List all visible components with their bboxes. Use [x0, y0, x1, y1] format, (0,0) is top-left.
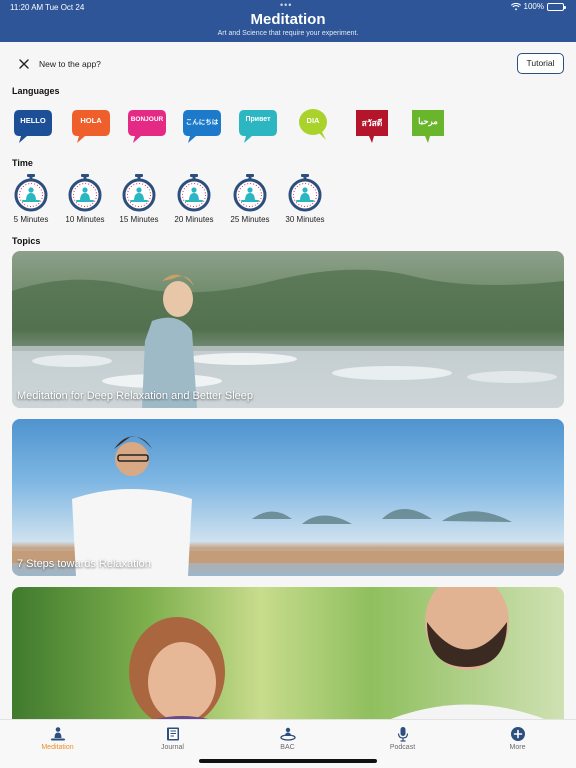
- topic-card-third[interactable]: [12, 587, 564, 727]
- languages-heading: Languages: [12, 86, 60, 96]
- timer-label: 5 Minutes: [13, 215, 49, 224]
- language-bubble-privet[interactable]: Привет: [238, 108, 278, 144]
- language-bubble-hello[interactable]: HELLO: [13, 108, 53, 144]
- speech-bubble-icon: [183, 110, 221, 143]
- time-list: 5 Minutes 10 Minutes 15 Minutes 20 Minut…: [0, 174, 576, 226]
- stopwatch-icon: [233, 174, 267, 212]
- speech-bubble-icon: [299, 109, 327, 140]
- timer-label: 20 Minutes: [174, 215, 214, 224]
- timer-label: 10 Minutes: [65, 215, 105, 224]
- language-bubble-konnichiwa[interactable]: こんにちは: [182, 108, 222, 144]
- language-label: BONJOUR: [130, 116, 164, 123]
- speech-bubble-icon: [239, 110, 277, 143]
- bac-icon: [279, 727, 296, 741]
- plus-circle-icon: [510, 727, 525, 741]
- journal-icon: [166, 727, 179, 741]
- tab-label: Journal: [161, 744, 184, 751]
- tab-podcast[interactable]: Podcast: [345, 720, 460, 760]
- close-icon[interactable]: [18, 58, 30, 70]
- stopwatch-icon: [288, 174, 322, 212]
- language-bubble-bonjour[interactable]: BONJOUR: [127, 108, 167, 144]
- page-subtitle: Art and Science that require your experi…: [217, 30, 359, 37]
- multitasking-dots-icon[interactable]: •••: [280, 0, 292, 10]
- microphone-icon: [397, 727, 408, 742]
- speech-bubble-icon: [14, 110, 52, 143]
- timer-20-minutes[interactable]: 20 Minutes: [169, 174, 219, 226]
- timer-label: 25 Minutes: [230, 215, 270, 224]
- tab-label: Meditation: [41, 744, 74, 751]
- language-label: สวัสดี: [361, 118, 383, 128]
- language-label: HELLO: [20, 116, 46, 125]
- timer-30-minutes[interactable]: 30 Minutes: [280, 174, 330, 226]
- topic-card-deep-relaxation[interactable]: Meditation for Deep Relaxation and Bette…: [12, 251, 564, 408]
- topic-photo: [129, 587, 564, 727]
- timer-15-minutes[interactable]: 15 Minutes: [114, 174, 164, 226]
- tab-label: More: [509, 744, 526, 751]
- timer-label: 30 Minutes: [285, 215, 325, 224]
- tab-meditation[interactable]: Meditation: [0, 720, 115, 760]
- tab-bac[interactable]: BAC: [230, 720, 345, 760]
- battery-percent: 100%: [523, 2, 544, 11]
- language-label: HOLA: [80, 116, 102, 125]
- stopwatch-icon: [122, 174, 156, 212]
- language-label: DIA: [306, 116, 320, 125]
- topic-photo: [12, 436, 564, 576]
- new-user-notice: New to the app? Tutorial: [0, 50, 576, 78]
- language-bubble-dia[interactable]: DIA: [296, 108, 336, 144]
- topic-title: 7 Steps towards Relaxation: [17, 558, 151, 570]
- timer-label: 15 Minutes: [119, 215, 159, 224]
- tab-journal[interactable]: Journal: [115, 720, 230, 760]
- notice-text: New to the app?: [39, 59, 101, 69]
- tab-label: BAC: [280, 744, 295, 751]
- status-indicators: 100%: [510, 2, 566, 11]
- tutorial-button[interactable]: Tutorial: [517, 53, 564, 74]
- timer-10-minutes[interactable]: 10 Minutes: [60, 174, 110, 226]
- timer-5-minutes[interactable]: 5 Minutes: [6, 174, 56, 226]
- topic-title: Meditation for Deep Relaxation and Bette…: [17, 390, 254, 402]
- battery-icon: [547, 2, 566, 11]
- language-label: مرحبا: [418, 116, 438, 126]
- page-title: Meditation: [250, 11, 326, 28]
- tab-label: Podcast: [389, 744, 416, 751]
- language-bubble-marhaba[interactable]: مرحبا: [408, 108, 448, 144]
- language-list: HELLO HOLA BONJOUR こんにちは Привет DIA สวัส…: [0, 108, 576, 144]
- wifi-icon: [510, 2, 521, 10]
- topics-heading: Topics: [12, 236, 41, 246]
- stopwatch-icon: [14, 174, 48, 212]
- stopwatch-icon: [68, 174, 102, 212]
- tab-more[interactable]: More: [460, 720, 575, 760]
- language-label: こんにちは: [185, 119, 219, 126]
- home-indicator[interactable]: [199, 759, 377, 763]
- speech-bubble-icon: [72, 110, 110, 143]
- topic-card-seven-steps[interactable]: 7 Steps towards Relaxation: [12, 419, 564, 576]
- language-label: Привет: [245, 116, 271, 123]
- topic-photo: [12, 269, 564, 408]
- meditation-icon: [50, 727, 65, 741]
- stopwatch-icon: [177, 174, 211, 212]
- app-header: 11:20 AM Tue Oct 24 ••• 100% Meditation …: [0, 0, 576, 42]
- language-bubble-hola[interactable]: HOLA: [71, 108, 111, 144]
- time-heading: Time: [12, 158, 33, 168]
- speech-bubble-icon: [128, 110, 166, 143]
- language-bubble-sawasdee[interactable]: สวัสดี: [352, 108, 392, 144]
- timer-25-minutes[interactable]: 25 Minutes: [225, 174, 275, 226]
